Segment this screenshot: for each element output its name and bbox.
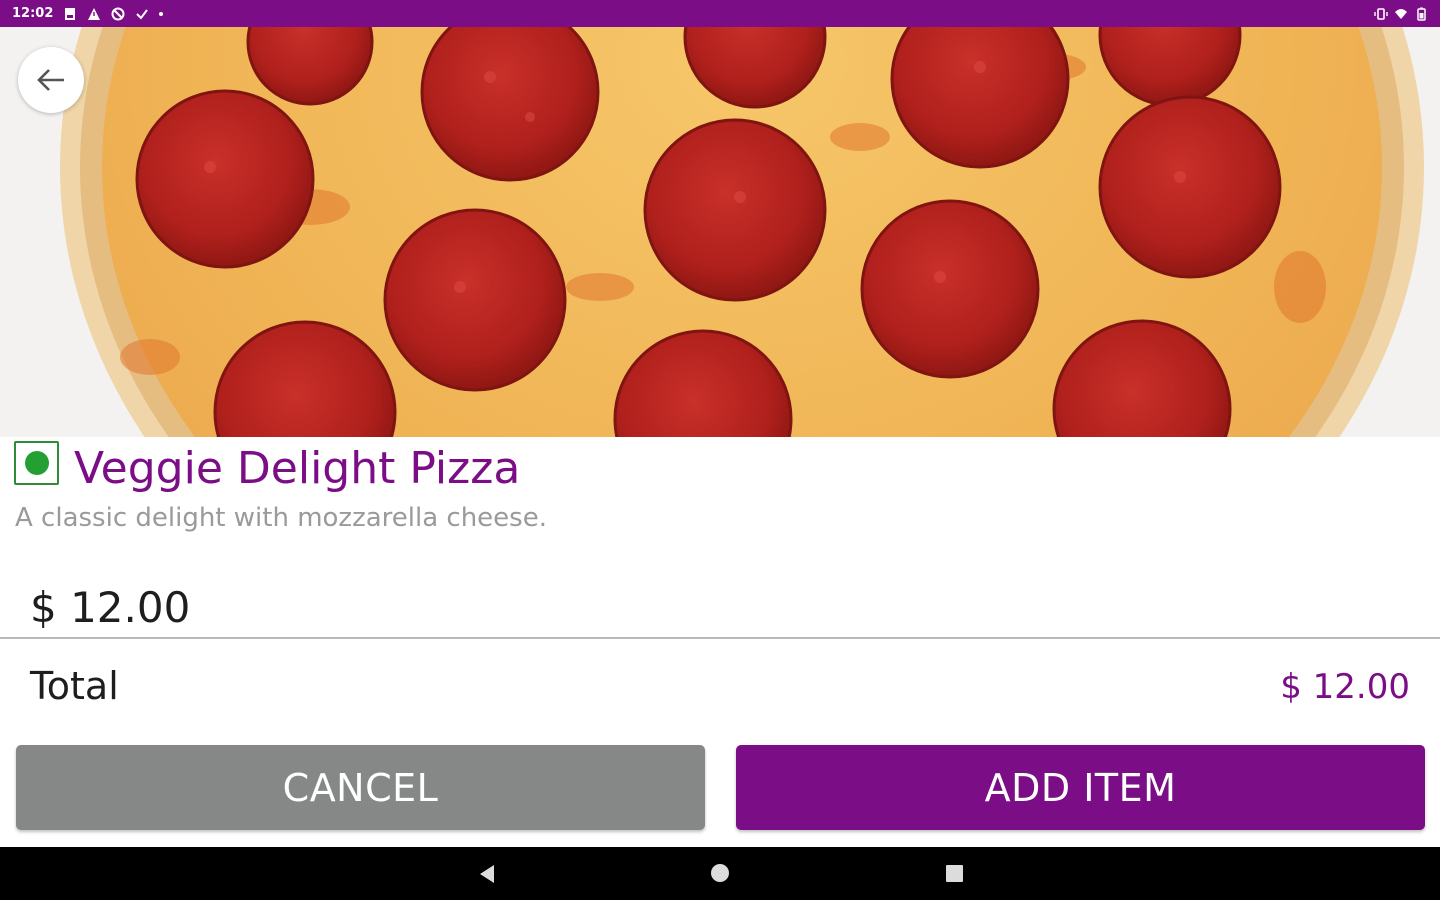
battery-icon	[1417, 7, 1426, 21]
total-label: Total	[30, 664, 119, 708]
status-time: 12:02	[12, 6, 54, 21]
item-price: $ 12.00	[30, 583, 191, 632]
wifi-icon	[1395, 8, 1407, 19]
pepperoni-pizza-image	[0, 27, 1440, 437]
status-left: 12:02	[12, 6, 164, 21]
divider	[0, 637, 1440, 639]
arrow-left-icon	[37, 69, 64, 91]
vibrate-icon	[1374, 7, 1388, 20]
nav-back-icon[interactable]	[478, 864, 496, 884]
veg-dot	[24, 451, 49, 475]
cancel-button[interactable]: CANCEL	[16, 745, 705, 830]
system-nav-bar	[0, 847, 1440, 900]
total-value: $ 12.00	[1280, 667, 1410, 707]
add-item-button[interactable]: ADD ITEM	[736, 745, 1425, 830]
sim-card-icon	[65, 7, 76, 20]
nav-home-icon[interactable]	[711, 864, 729, 882]
dot-icon	[159, 11, 164, 16]
nav-recents-icon[interactable]	[946, 865, 963, 882]
veg-indicator-icon	[14, 441, 59, 485]
item-description: A classic delight with mozzarella cheese…	[15, 503, 547, 533]
warning-icon	[88, 7, 101, 20]
status-right	[1374, 7, 1428, 21]
check-icon	[136, 8, 149, 20]
item-title: Veggie Delight Pizza	[74, 443, 521, 494]
do-not-disturb-icon	[111, 7, 125, 20]
back-button[interactable]	[18, 47, 84, 113]
status-bar: 12:02	[0, 0, 1440, 27]
pizza-illustration	[60, 27, 1424, 437]
